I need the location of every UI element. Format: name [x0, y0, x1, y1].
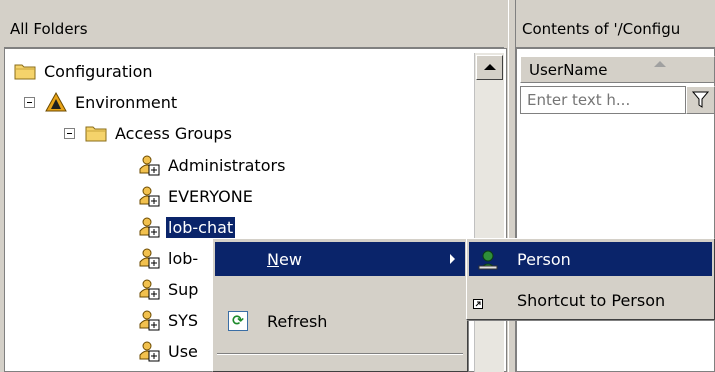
- menu-item-shortcut-label: Shortcut to Person: [517, 290, 666, 310]
- tree-item-administrators[interactable]: Administrators: [138, 150, 287, 180]
- tree-item-everyone[interactable]: EVERYONE: [138, 181, 255, 211]
- shortcut-icon: [473, 299, 483, 309]
- tree-item-label: Administrators: [168, 155, 286, 175]
- menu-item-person-label: Person: [517, 249, 571, 269]
- filter-icon: [691, 91, 710, 108]
- tree-item-label: Use: [168, 341, 198, 361]
- sort-ascending-icon: [654, 61, 666, 67]
- tree-item-sup[interactable]: Sup: [138, 274, 200, 304]
- contents-header: Contents of '/Configu: [516, 14, 715, 48]
- tree-item-label: Access Groups: [115, 123, 232, 143]
- tree-item-label: EVERYONE: [168, 186, 253, 206]
- access-group-icon: [139, 186, 160, 207]
- all-folders-label: All Folders: [10, 20, 88, 38]
- menu-item-new-label: New: [267, 249, 302, 269]
- tree-item-access-groups[interactable]: Access Groups: [64, 118, 234, 148]
- all-folders-header: All Folders: [4, 14, 504, 48]
- tree-item-label: Configuration: [44, 61, 153, 81]
- tree-item-configuration[interactable]: Configuration: [14, 56, 155, 86]
- tree-item-label: Sup: [168, 279, 199, 299]
- environment-icon: [45, 91, 67, 112]
- menu-separator: [217, 353, 463, 355]
- new-submenu: Person Shortcut to Person: [466, 238, 715, 320]
- scroll-up-button[interactable]: [476, 55, 503, 80]
- collapse-toggle-icon[interactable]: [64, 127, 75, 139]
- collapse-toggle-icon[interactable]: [24, 96, 35, 108]
- access-group-icon: [139, 248, 160, 269]
- filter-button[interactable]: [686, 86, 715, 114]
- tree-item-label: lob-chat: [166, 216, 236, 238]
- folder-icon: [85, 126, 107, 142]
- contents-title: Contents of '/Configu: [522, 20, 681, 38]
- column-header-username[interactable]: UserName: [520, 56, 715, 83]
- menu-item-refresh[interactable]: ⟳ Refresh: [215, 304, 465, 338]
- menu-item-person[interactable]: Person: [469, 242, 712, 276]
- filter-input[interactable]: [520, 86, 686, 114]
- tree-item-use[interactable]: Use: [138, 336, 200, 366]
- tree-item-lob[interactable]: lob-: [138, 243, 200, 273]
- menu-item-shortcut-to-person[interactable]: Shortcut to Person: [469, 283, 712, 317]
- access-group-icon: [139, 279, 160, 300]
- tree-item-label: SYS: [168, 310, 199, 330]
- menu-item-new[interactable]: New: [215, 242, 465, 276]
- menu-item-refresh-label: Refresh: [267, 311, 328, 331]
- submenu-arrow-icon: [450, 254, 455, 264]
- refresh-icon: ⟳: [228, 311, 248, 331]
- tree-item-sys[interactable]: SYS: [138, 305, 200, 335]
- tree-item-label: lob-: [168, 248, 199, 268]
- access-group-icon: [139, 310, 160, 331]
- tree-item-label: Environment: [75, 92, 178, 112]
- tree-vertical-scrollbar[interactable]: [474, 53, 504, 372]
- context-menu: New ⟳ Refresh: [212, 238, 468, 372]
- access-group-icon: [139, 341, 160, 362]
- folder-icon: [14, 64, 36, 80]
- column-header-label: UserName: [529, 61, 608, 79]
- access-group-icon: [139, 155, 160, 176]
- access-group-icon: [139, 217, 160, 238]
- person-icon: [478, 250, 498, 270]
- tree-item-environment[interactable]: Environment: [24, 87, 179, 117]
